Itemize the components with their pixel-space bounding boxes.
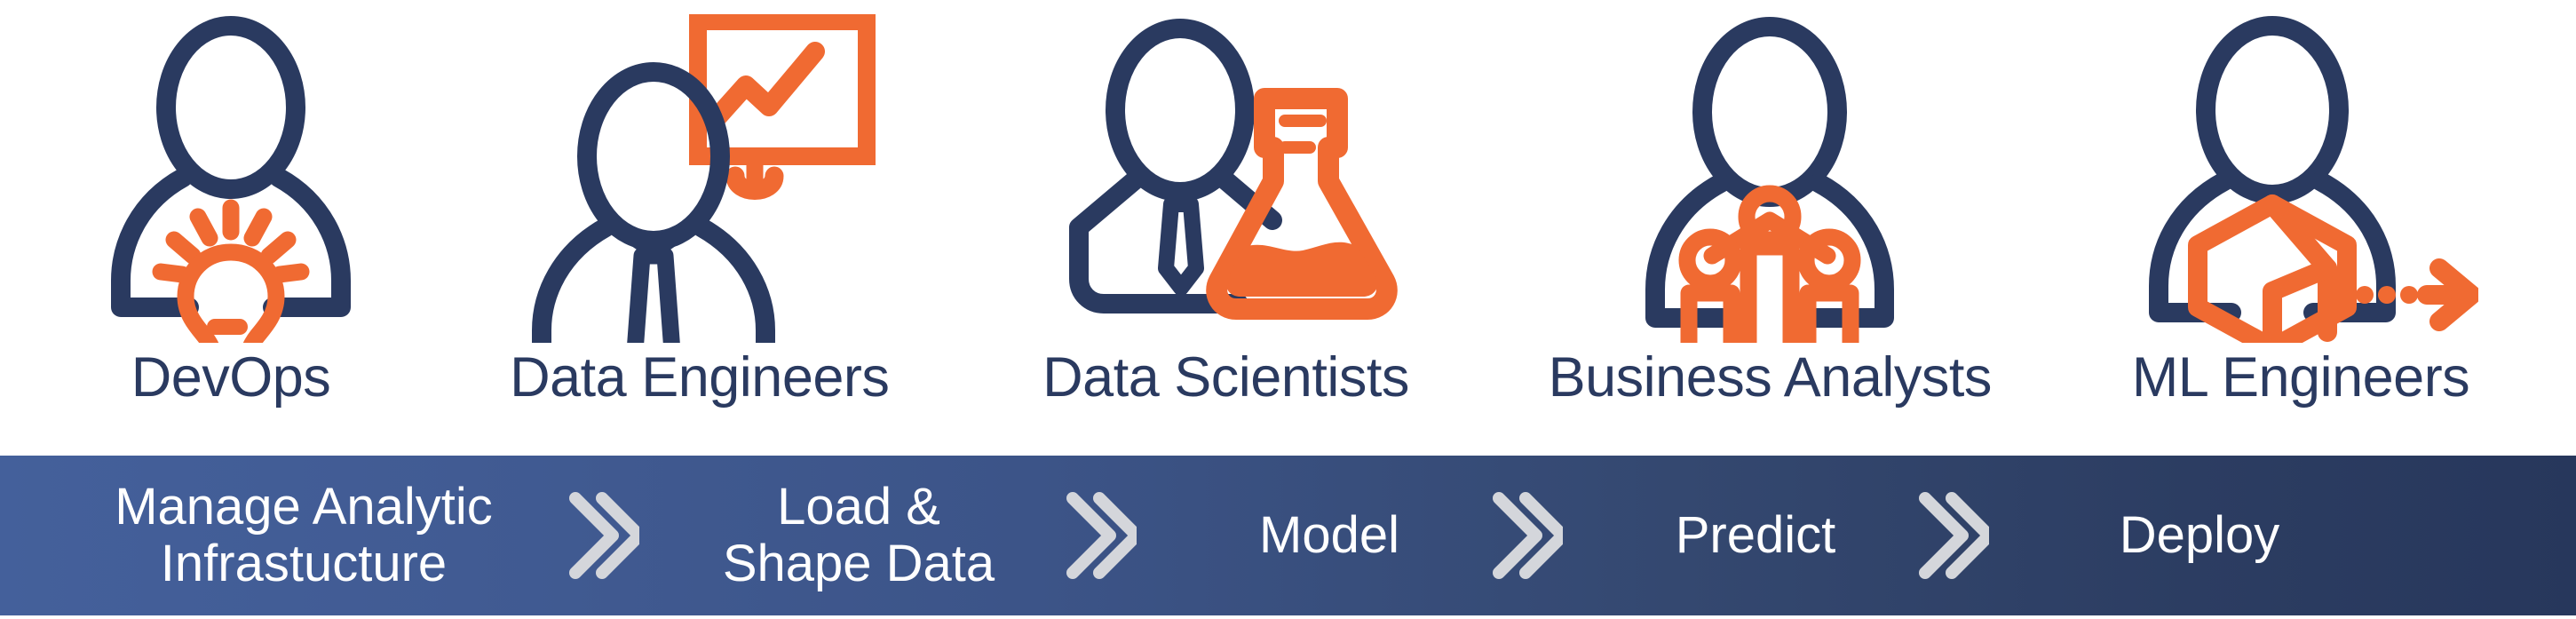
role-label: Data Scientists <box>1042 345 1409 409</box>
role-card-devops[interactable]: DevOps <box>36 0 426 409</box>
person-flask-icon <box>1040 14 1413 343</box>
person-cube-arrow-icon <box>2123 14 2478 343</box>
person-lightbulb-icon <box>98 14 364 343</box>
double-chevron-right-icon <box>552 489 650 582</box>
double-chevron-right-icon <box>1902 489 2000 582</box>
role-card-business-analysts[interactable]: Business Analysts <box>1494 0 2045 409</box>
stage-model[interactable]: Model <box>1183 506 1476 565</box>
double-chevron-right-icon <box>1050 489 1147 582</box>
stage-predict[interactable]: Predict <box>1609 506 1902 565</box>
process-flow-bar: Manage Analytic Infrastucture Load & Sha… <box>0 456 2576 615</box>
role-card-data-engineers[interactable]: Data Engineers <box>442 0 957 409</box>
stage-deploy[interactable]: Deploy <box>2053 506 2346 565</box>
role-card-ml-engineers[interactable]: ML Engineers <box>2061 0 2540 409</box>
role-label: DevOps <box>131 345 331 409</box>
role-label: Business Analysts <box>1548 345 1993 409</box>
role-card-data-scientists[interactable]: Data Scientists <box>973 0 1479 409</box>
stage-manage-analytic-infrastucture[interactable]: Manage Analytic Infrastucture <box>55 479 552 592</box>
roles-row: DevOps Data Engineers Data Scientists Bu… <box>0 0 2576 409</box>
role-label: ML Engineers <box>2131 345 2470 409</box>
person-presentation-chart-icon <box>513 14 886 343</box>
role-label: Data Engineers <box>510 345 890 409</box>
person-bar-chart-icon <box>1623 14 1916 343</box>
stage-load-shape-data[interactable]: Load & Shape Data <box>668 479 1050 592</box>
double-chevron-right-icon <box>1476 489 1573 582</box>
